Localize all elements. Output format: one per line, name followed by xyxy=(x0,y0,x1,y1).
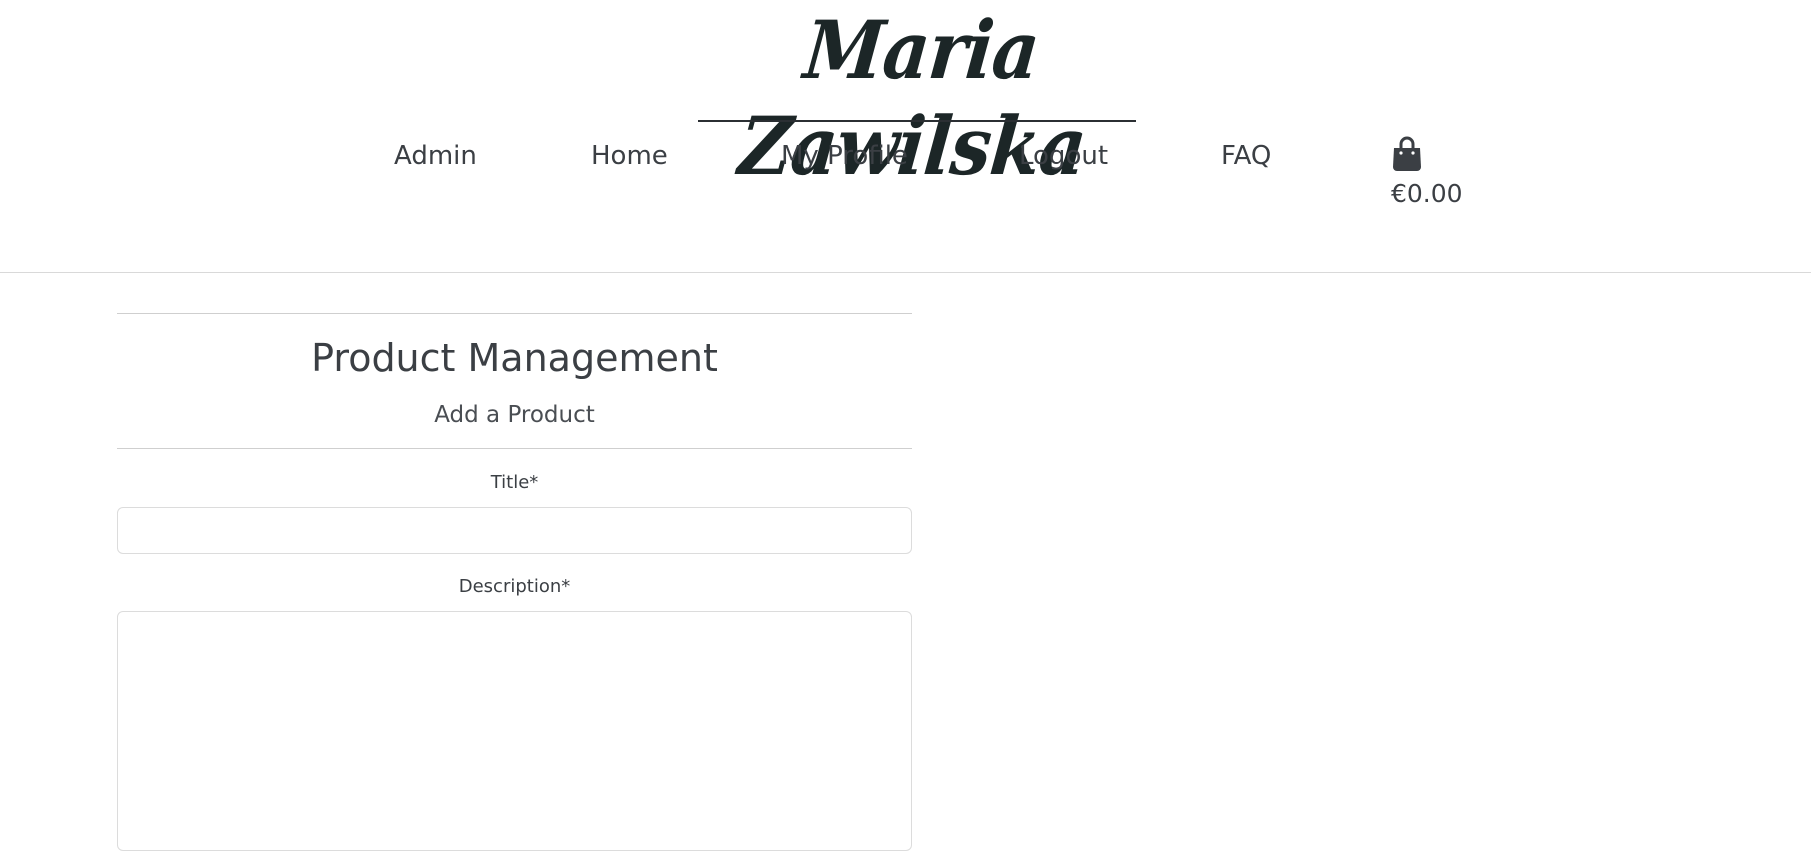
description-label: Description* xyxy=(458,576,571,597)
page: Maria Zawilska Admin Home My Profile Log… xyxy=(0,0,1811,856)
title-label: Title* xyxy=(490,472,539,493)
cart-total: €0.00 xyxy=(1391,179,1463,208)
product-management-panel: Product Management Add a Product Title* … xyxy=(117,313,912,851)
form-divider xyxy=(117,448,912,449)
shopping-bag-icon xyxy=(1393,136,1421,171)
page-subtitle: Add a Product xyxy=(434,402,595,428)
description-textarea[interactable] xyxy=(117,611,912,851)
cart-link[interactable]: €0.00 xyxy=(1391,136,1481,212)
nav-faq-link[interactable]: FAQ xyxy=(1221,138,1271,174)
header-divider xyxy=(0,272,1811,273)
title-input[interactable] xyxy=(117,507,912,554)
main-nav: Admin Home My Profile Logout FAQ xyxy=(0,138,1811,178)
brand-logo-link[interactable]: Maria Zawilska xyxy=(698,0,1136,193)
brand-underline xyxy=(698,120,1136,122)
add-product-form: Title* Description* xyxy=(117,471,912,851)
nav-logout-link[interactable]: Logout xyxy=(1019,138,1108,174)
nav-admin-link[interactable]: Admin xyxy=(394,138,477,174)
nav-home-link[interactable]: Home xyxy=(591,138,668,174)
page-title: Product Management xyxy=(311,336,718,380)
nav-my-profile-link[interactable]: My Profile xyxy=(781,138,908,174)
